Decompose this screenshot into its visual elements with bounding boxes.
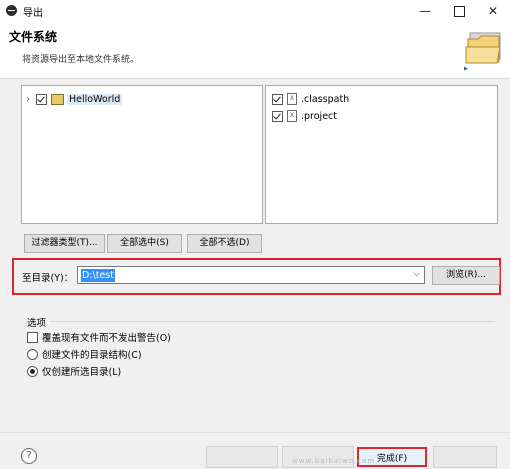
create-structure-radio[interactable] [27,348,38,360]
folder-icon [464,32,501,71]
wizard-description: 将资源导出至本地文件系统。 [22,55,140,65]
project-checkbox[interactable] [36,93,47,105]
select-all-button[interactable]: 全部选中(S) [107,234,182,253]
create-selected-only-label: 仅创建所选目录(L) [42,367,122,378]
wizard-title: 文件系统 [9,30,58,44]
create-selected-only-option[interactable]: 仅创建所选目录(L) [27,364,121,378]
list-item[interactable]: X .project [272,109,337,123]
project-label: HelloWorld [67,93,123,105]
project-folder-icon [51,93,64,105]
destination-value[interactable]: D:\test [81,269,115,282]
overwrite-label: 覆盖现有文件而不发出警告(O) [42,333,171,344]
tree-item-project[interactable]: › HelloWorld [26,92,123,106]
browse-button[interactable]: 浏览(R)... [432,266,500,285]
create-structure-label: 创建文件的目录结构(C) [42,350,142,361]
file-checkbox[interactable] [272,110,283,122]
deselect-all-button[interactable]: 全部不选(D) [187,234,262,253]
minimize-button[interactable]: — [410,0,440,22]
file-label: .project [301,110,337,122]
overwrite-checkbox[interactable] [27,331,38,343]
file-checkbox[interactable] [272,93,283,105]
options-divider [50,321,495,322]
filter-types-button[interactable]: 过滤器类型(T)... [24,234,105,253]
help-icon[interactable]: ? [21,448,37,464]
destination-combobox[interactable]: D:\test ⌵ [77,266,425,284]
watermark: www.baibaiwo.com [292,457,376,465]
file-list-panel[interactable]: X .classpath X .project [265,85,498,224]
create-selected-only-radio[interactable] [27,365,38,377]
close-button[interactable]: ✕ [478,0,508,22]
maximize-button[interactable] [444,0,474,22]
options-group-title: 选项 [27,318,47,329]
project-tree-panel[interactable]: › HelloWorld [21,85,263,224]
back-button[interactable] [206,446,278,468]
list-item[interactable]: X .classpath [272,92,349,106]
wizard-header: 文件系统 将资源导出至本地文件系统。 [0,22,510,79]
title-bar: 导出 — ✕ [0,0,510,22]
cancel-button[interactable] [433,446,497,468]
create-structure-option[interactable]: 创建文件的目录结构(C) [27,347,142,361]
chevron-down-icon[interactable]: ⌵ [413,269,420,279]
eclipse-app-icon [6,5,17,16]
chevron-right-icon[interactable]: › [26,94,36,105]
overwrite-option[interactable]: 覆盖现有文件而不发出警告(O) [27,330,171,344]
footer-divider [0,432,510,433]
xml-file-icon: X [287,93,297,105]
xml-file-icon: X [287,110,297,122]
file-label: .classpath [301,93,350,105]
destination-label: 至目录(Y)： [22,273,74,284]
window-title: 导出 [23,8,43,19]
